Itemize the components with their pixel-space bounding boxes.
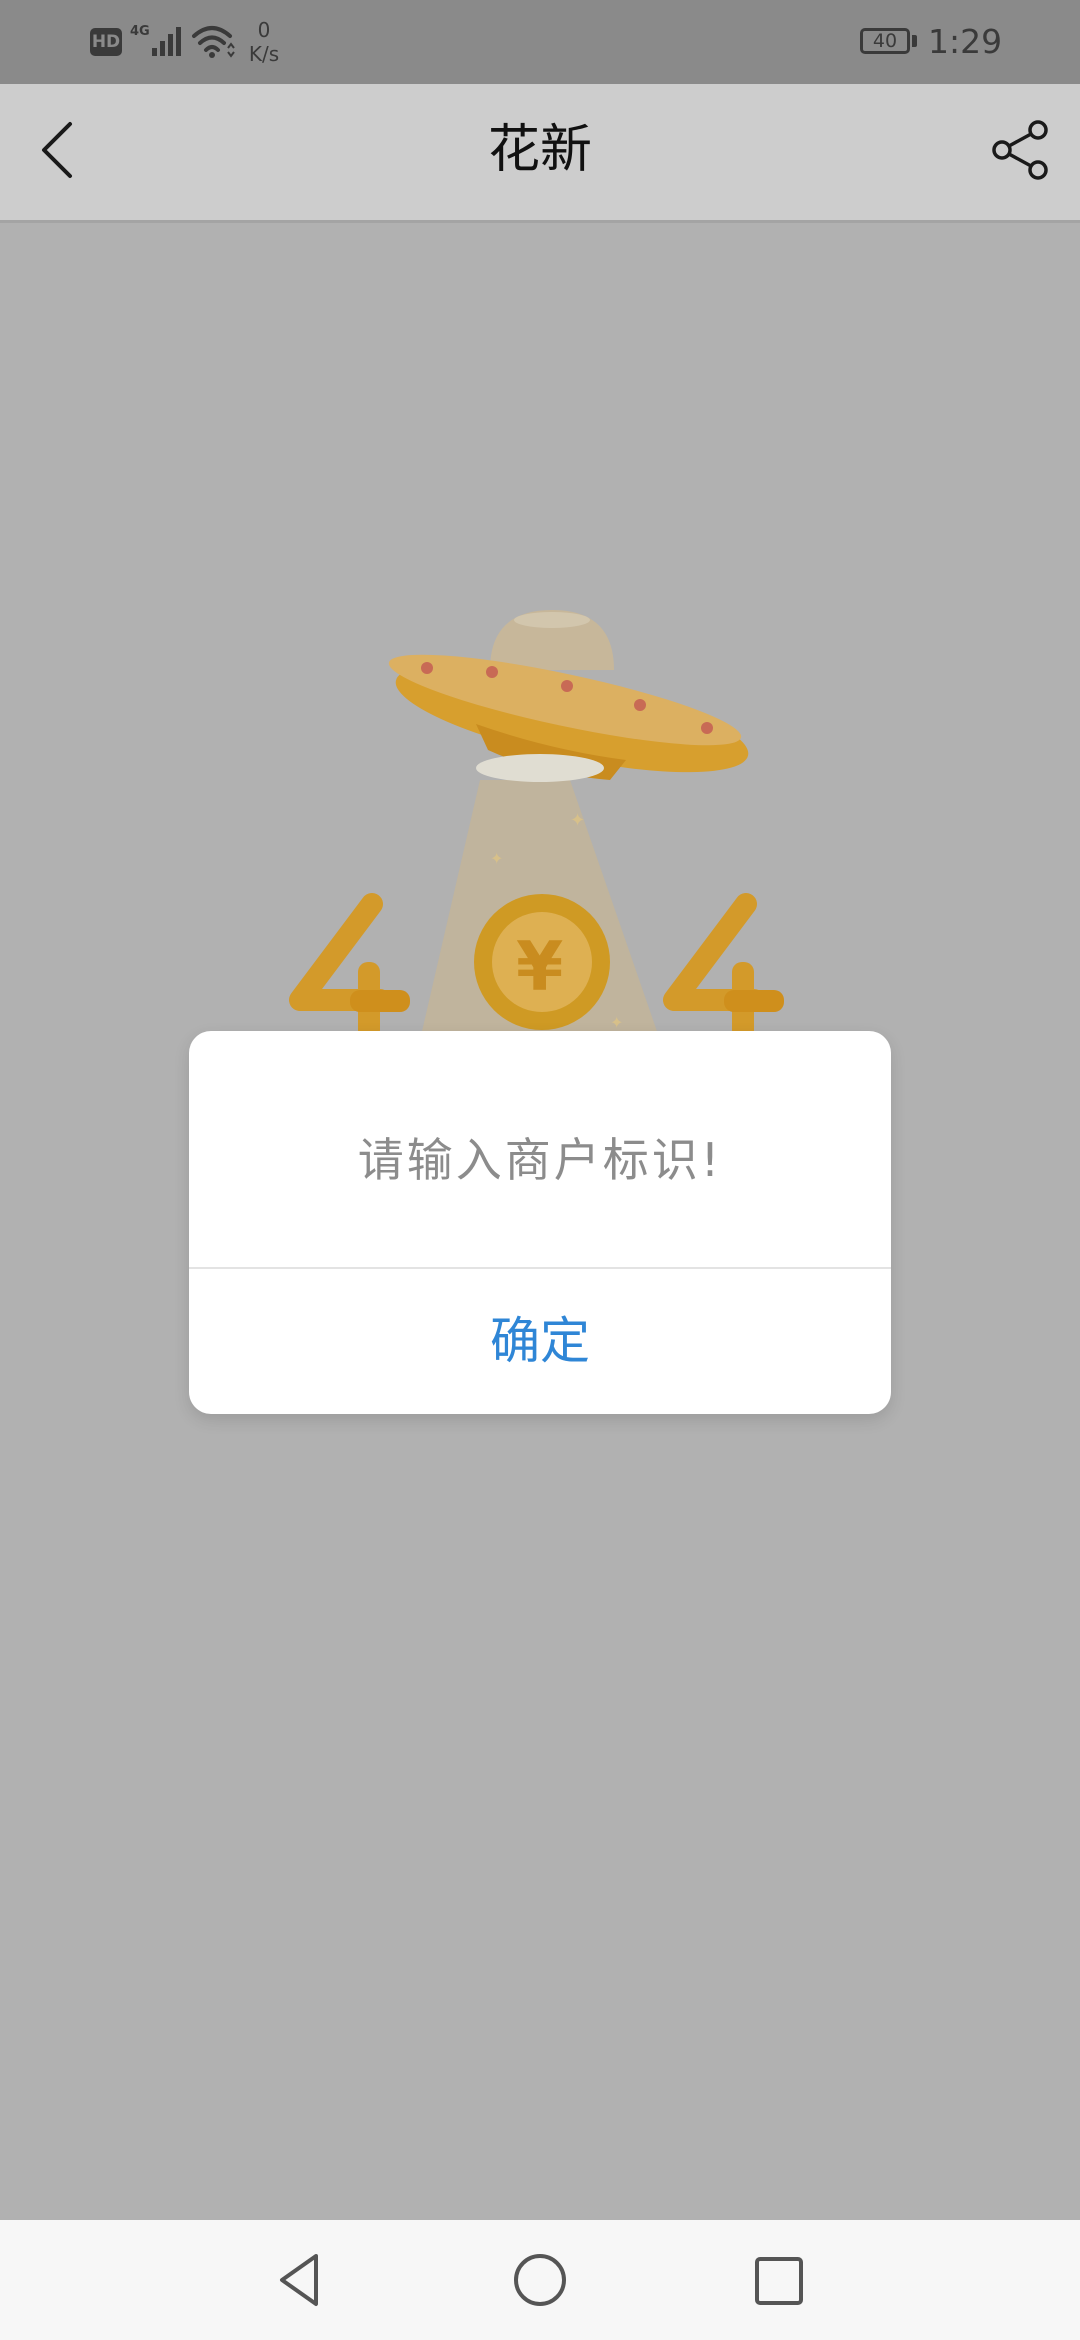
screen: HD 4G 0 K/s 40 1:29 花新 ✦ ✦ ✦ ¥ 请输入商户标识! … <box>0 0 1080 2340</box>
back-button[interactable] <box>30 110 86 190</box>
cellular-signal-icon: 4G <box>130 24 181 56</box>
alert-dialog: 请输入商户标识! 确定 <box>189 1031 891 1414</box>
square-recent-icon[interactable] <box>752 2254 806 2308</box>
battery-level: 40 <box>872 30 898 52</box>
network-speed-value: 0 <box>257 18 271 42</box>
svg-text:✦: ✦ <box>570 810 585 831</box>
network-speed-unit: K/s <box>248 42 280 66</box>
network-speed: 0 K/s <box>244 18 284 66</box>
confirm-button[interactable]: 确定 <box>189 1269 891 1414</box>
chevron-left-icon <box>42 122 72 178</box>
share-icon <box>992 120 1048 180</box>
page-title: 花新 <box>487 120 592 180</box>
svg-text:✦: ✦ <box>610 1013 623 1032</box>
battery-icon: 40 <box>860 28 910 54</box>
triangle-back-icon[interactable] <box>272 2250 328 2310</box>
battery-tip <box>912 35 917 47</box>
wifi-icon <box>192 26 235 58</box>
status-time: 1:29 <box>928 22 1003 61</box>
circle-home-icon[interactable] <box>512 2252 568 2308</box>
svg-text:✦: ✦ <box>490 849 503 868</box>
svg-text:¥: ¥ <box>516 928 563 1007</box>
dialog-message: 请输入商户标识! <box>357 1133 723 1187</box>
ufo-404-illustration: ✦ ✦ ✦ ¥ <box>289 610 784 1040</box>
network-type-label: 4G <box>130 24 150 39</box>
hd-badge: HD <box>90 28 122 56</box>
header-divider <box>0 220 1080 223</box>
share-button[interactable] <box>990 118 1054 182</box>
